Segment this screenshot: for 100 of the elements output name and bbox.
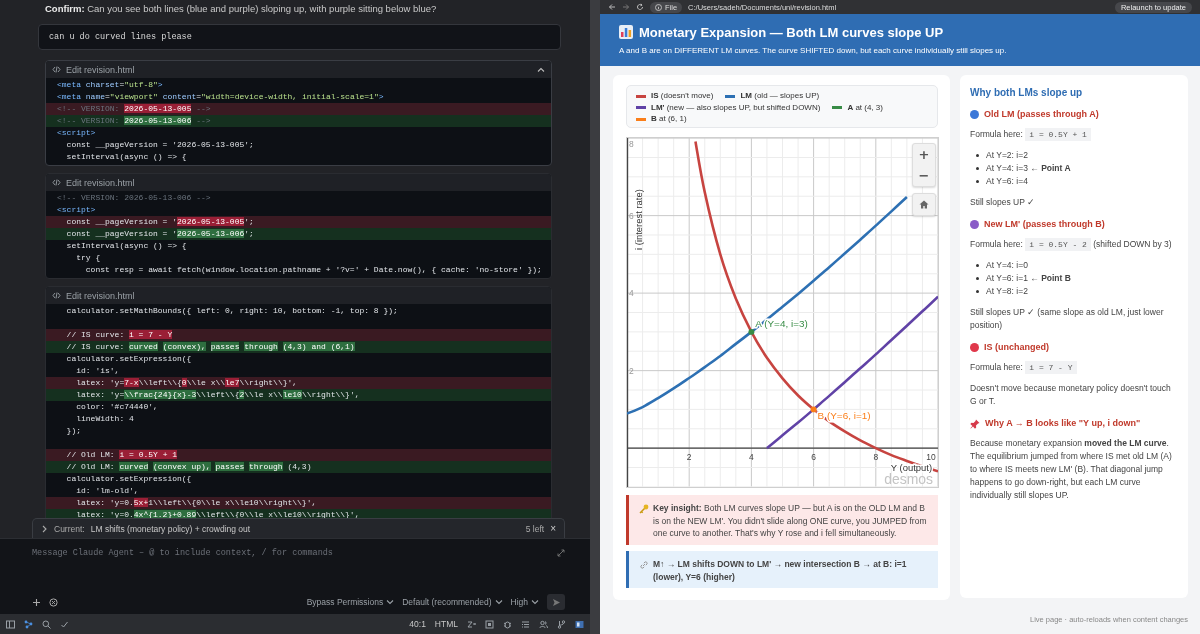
code-line: const resp = await fetch(window.location.pathname + '?v=' + Date.now(), { cache: 'no-store' }); bbox=[84, 264, 543, 276]
send-icon bbox=[551, 597, 561, 607]
language-mode[interactable]: HTML bbox=[434, 619, 458, 629]
formula-line: Formula here: i = 0.5Y + 1 bbox=[970, 128, 1178, 141]
tick-label: 10 bbox=[926, 452, 936, 463]
back-icon[interactable] bbox=[608, 3, 616, 11]
code-line: calculator.setExpression({ bbox=[65, 353, 193, 365]
tick-label: 8 bbox=[873, 452, 879, 463]
list-item: At Y=6: i=1 ← Point B bbox=[986, 272, 1071, 285]
account-icon[interactable] bbox=[539, 619, 548, 629]
code-line: <script> bbox=[56, 204, 97, 216]
send-button[interactable] bbox=[547, 594, 565, 610]
notes-heading: Why both LMs slope up bbox=[970, 86, 1084, 99]
legend-label: A at (4, 3) bbox=[847, 102, 883, 113]
layout-icon[interactable] bbox=[575, 619, 584, 629]
queue-count: 5 left bbox=[525, 523, 545, 534]
outline-icon[interactable] bbox=[521, 619, 530, 629]
caret-icon bbox=[531, 598, 539, 606]
legend-label: B at (6, 1) bbox=[651, 114, 687, 125]
expand-icon[interactable] bbox=[557, 549, 565, 557]
edit-title: Edit revision.html bbox=[66, 177, 135, 188]
chart-icon bbox=[619, 25, 633, 39]
code-line: try { bbox=[75, 252, 102, 264]
queue-label: Current: bbox=[54, 523, 85, 534]
tick-label: 8 bbox=[629, 139, 634, 150]
check-icon[interactable] bbox=[60, 619, 69, 629]
section-title: IS (unchanged) bbox=[984, 341, 1049, 354]
list-item: At Y=4: i=0 bbox=[986, 259, 1028, 272]
note-text: Because monetary expansion moved the LM curve. The equilibrium jumped from where IS met old LM (A) to where IS meets new LM' (B). That diagonal jump happens to go down-right, but each LM curve individually still slopes UP. bbox=[970, 437, 1173, 502]
code-line: <meta name="viewport" content="width=device-width, initial-scale=1"> bbox=[56, 91, 385, 103]
code-line: id: 'lm-old', bbox=[75, 485, 140, 497]
page-subtitle: A and B are on DIFFERENT LM curves. The curve SHIFTED down, but each curve individually still slopes up. bbox=[619, 46, 1008, 55]
code-line: setInterval(async () => { bbox=[65, 240, 188, 252]
legend-label: IS (doesn't move) bbox=[651, 91, 714, 102]
cursor-position[interactable]: 40:1 bbox=[409, 619, 426, 629]
code-line: }); bbox=[65, 425, 82, 437]
list-item: At Y=2: i=2 bbox=[986, 149, 1028, 162]
pin-icon bbox=[970, 418, 980, 429]
nodes-icon[interactable] bbox=[24, 619, 33, 629]
bullet-dot bbox=[976, 180, 979, 183]
note-text: Still slopes UP ✓ bbox=[970, 196, 1036, 209]
bullet-dot bbox=[976, 277, 979, 280]
tick-label: 6 bbox=[811, 452, 816, 463]
code-line: const __pageVersion = '2026-05-13-005'; bbox=[65, 139, 255, 151]
tick-label: 4 bbox=[749, 452, 754, 463]
code-line: color: '#c74440', bbox=[75, 401, 159, 413]
caret-icon bbox=[494, 598, 503, 606]
edit-title: Edit revision.html bbox=[66, 64, 135, 75]
zoom-in-button[interactable]: + bbox=[913, 144, 935, 165]
zoom-out-button[interactable]: − bbox=[913, 165, 935, 186]
list-item: At Y=6: i=4 bbox=[986, 175, 1028, 188]
bullet-dot bbox=[976, 264, 979, 267]
code-line: id: 'is', bbox=[75, 365, 121, 377]
section-title: Why A → B looks like "Y up, i down" bbox=[985, 417, 1141, 430]
tick-label: 4 bbox=[629, 288, 634, 299]
note-text: Still slopes UP ✓ (same slope as old LM, just lower position) bbox=[970, 306, 1165, 332]
option-dropdown[interactable]: High bbox=[510, 597, 539, 607]
option-dropdown[interactable]: Default (recommended) bbox=[402, 597, 503, 607]
list-item: At Y=4: i=3 ← Point A bbox=[986, 162, 1071, 175]
code-line: lineWidth: 4 bbox=[75, 413, 135, 425]
close-button[interactable]: × bbox=[550, 523, 556, 534]
link-icon bbox=[639, 560, 649, 570]
queue-text: LM shifts (monetary policy) + crowding out bbox=[90, 523, 252, 534]
edit-title: Edit revision.html bbox=[66, 290, 135, 301]
section-title: Old LM (passes through A) bbox=[984, 108, 1099, 121]
chevron-up-icon[interactable] bbox=[537, 65, 545, 74]
info-icon bbox=[655, 3, 662, 11]
callout-text: M↑ → LM shifts DOWN to LM' → new intersection B → at B: i=1 (lower), Y=6 (higher) bbox=[653, 558, 908, 583]
reload-icon[interactable] bbox=[636, 3, 644, 11]
branch-icon[interactable] bbox=[557, 619, 566, 629]
code-icon bbox=[52, 291, 61, 300]
square-icon[interactable] bbox=[485, 619, 494, 629]
chevron-right-icon[interactable] bbox=[41, 524, 48, 533]
user-message: can u do curved lines please bbox=[38, 24, 561, 50]
option-dropdown[interactable]: Bypass Permissions bbox=[306, 597, 395, 607]
key-icon bbox=[639, 504, 649, 514]
plus-icon[interactable] bbox=[32, 597, 41, 607]
tick-label: 2 bbox=[686, 452, 692, 463]
formula-line: Formula here: i = 0.5Y - 2 (shifted DOWN by 3) bbox=[970, 238, 1173, 251]
sidebar-icon[interactable] bbox=[6, 619, 15, 629]
message-field[interactable]: Message Claude Agent – @ to include context, / for commands bbox=[32, 545, 557, 561]
bullet-dot bbox=[976, 167, 979, 170]
formula-line: Formula here: i = 7 - Y bbox=[970, 361, 1178, 374]
section-title: New LM' (passes through B) bbox=[984, 218, 1105, 231]
legend-label: LM' (new — also slopes UP, but shifted DOWN) bbox=[651, 102, 821, 113]
search-icon[interactable] bbox=[42, 619, 51, 629]
list-item: At Y=8: i=2 bbox=[986, 285, 1028, 298]
y-axis-label: i (interest rate) bbox=[632, 189, 644, 250]
page-title: Monetary Expansion — Both LM curves slope UP bbox=[639, 24, 944, 40]
code-line: calculator.setMathBounds({ left: 0, right: 10, bottom: -1, top: 8 }); bbox=[65, 305, 399, 317]
code-line: <!-- VERSION: 2026-05-13-006 --> bbox=[56, 192, 212, 204]
callout-text: Key insight: Both LM curves slope UP — but A is on the OLD LM and B is on the NEW LM'. You didn't slide along ONE curve, you JUMPED from one curve to another. That's why Y rose and i fell simultaneously. bbox=[653, 502, 928, 540]
code-line: calculator.setExpression({ bbox=[65, 473, 193, 485]
tick-label: 6 bbox=[629, 210, 634, 221]
format-icon[interactable] bbox=[467, 619, 476, 629]
code-icon bbox=[52, 178, 61, 187]
point-marker bbox=[748, 328, 755, 335]
caret-icon bbox=[386, 598, 395, 606]
bug-icon[interactable] bbox=[503, 619, 512, 629]
code-line: <script> bbox=[56, 127, 97, 139]
